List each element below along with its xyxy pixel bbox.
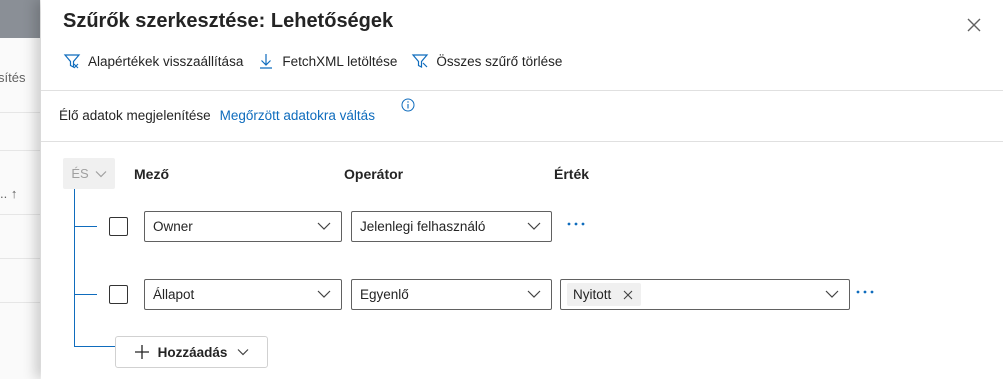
remove-tag-icon[interactable] (623, 290, 633, 300)
background-page: sítés .. ↑ (0, 0, 40, 379)
chevron-down-icon (317, 290, 331, 298)
edit-filters-panel: Szűrők szerkesztése: Lehetőségek Alapért… (41, 0, 1003, 379)
panel-title: Szűrők szerkesztése: Lehetőségek (63, 10, 394, 32)
column-header-value: Érték (554, 166, 590, 182)
add-button-label: Hozzáadás (157, 344, 228, 360)
background-divider (0, 214, 40, 215)
operator-dropdown[interactable]: Jelenlegi felhasználó (351, 211, 552, 242)
chevron-down-icon (317, 222, 331, 230)
close-icon (967, 18, 981, 32)
chevron-down-icon (237, 349, 249, 356)
group-operator-label: ÉS (71, 166, 89, 181)
field-dropdown[interactable]: Állapot (144, 279, 342, 310)
field-value: Owner (153, 219, 193, 234)
operator-value: Jelenlegi felhasználó (360, 219, 486, 234)
add-button[interactable]: Hozzáadás (115, 336, 268, 368)
more-icon (856, 290, 874, 294)
filter-clear-icon (412, 54, 429, 68)
operator-value: Egyenlő (360, 287, 409, 302)
background-divider (0, 150, 40, 151)
chevron-down-icon (527, 222, 541, 230)
reset-defaults-button[interactable]: Alapértékek visszaállítása (63, 52, 243, 70)
background-header (0, 0, 40, 38)
column-header-field: Mező (134, 166, 169, 182)
row-more-options-button[interactable] (567, 214, 585, 232)
more-icon (567, 222, 585, 226)
plus-icon (134, 345, 149, 359)
row-connector-line (75, 226, 97, 227)
filter-reset-icon (63, 54, 81, 69)
clear-all-filters-button[interactable]: Összes szűrő törlése (411, 52, 562, 70)
value-tag: Nyitott (567, 283, 642, 306)
column-header-operator: Operátor (344, 166, 404, 182)
chevron-down-icon (95, 170, 107, 177)
divider (41, 141, 1003, 142)
background-divider (0, 258, 40, 259)
background-toolbar-text: sítés (0, 70, 26, 85)
chevron-down-icon (527, 290, 541, 298)
row-select-checkbox[interactable] (109, 285, 128, 304)
switch-to-stored-data-link[interactable]: Megőrzött adatokra váltás (220, 108, 375, 123)
command-bar: Alapértékek visszaállítása FetchXML letö… (63, 50, 576, 72)
info-button[interactable] (401, 98, 415, 112)
row-more-options-button[interactable] (856, 282, 874, 300)
value-multiselect[interactable]: Nyitott (560, 279, 850, 310)
row-select-checkbox[interactable] (109, 217, 128, 236)
live-data-label: Élő adatok megjelenítése (59, 108, 211, 123)
add-connector-line (75, 346, 115, 347)
value-tag-label: Nyitott (573, 287, 612, 302)
close-button[interactable] (963, 14, 985, 36)
download-icon (260, 54, 273, 69)
download-fetchxml-label: FetchXML letöltése (282, 53, 398, 69)
chevron-down-icon (825, 290, 839, 298)
field-dropdown[interactable]: Owner (144, 211, 342, 242)
reset-defaults-label: Alapértékek visszaállítása (88, 53, 244, 69)
row-connector-line (75, 294, 97, 295)
background-divider (0, 112, 40, 113)
background-sort-text: .. ↑ (0, 186, 18, 201)
field-value: Állapot (153, 287, 195, 302)
live-data-row: Élő adatok megjelenítése Megőrzött adato… (59, 108, 375, 123)
clear-all-filters-label: Összes szűrő törlése (436, 53, 563, 69)
group-connector-line (74, 189, 75, 347)
download-fetchxml-button[interactable]: FetchXML letöltése (257, 52, 397, 70)
info-icon (401, 98, 415, 112)
group-operator-dropdown[interactable]: ÉS (63, 158, 115, 189)
divider (41, 90, 1003, 91)
operator-dropdown[interactable]: Egyenlő (351, 279, 552, 310)
background-divider (0, 302, 40, 303)
